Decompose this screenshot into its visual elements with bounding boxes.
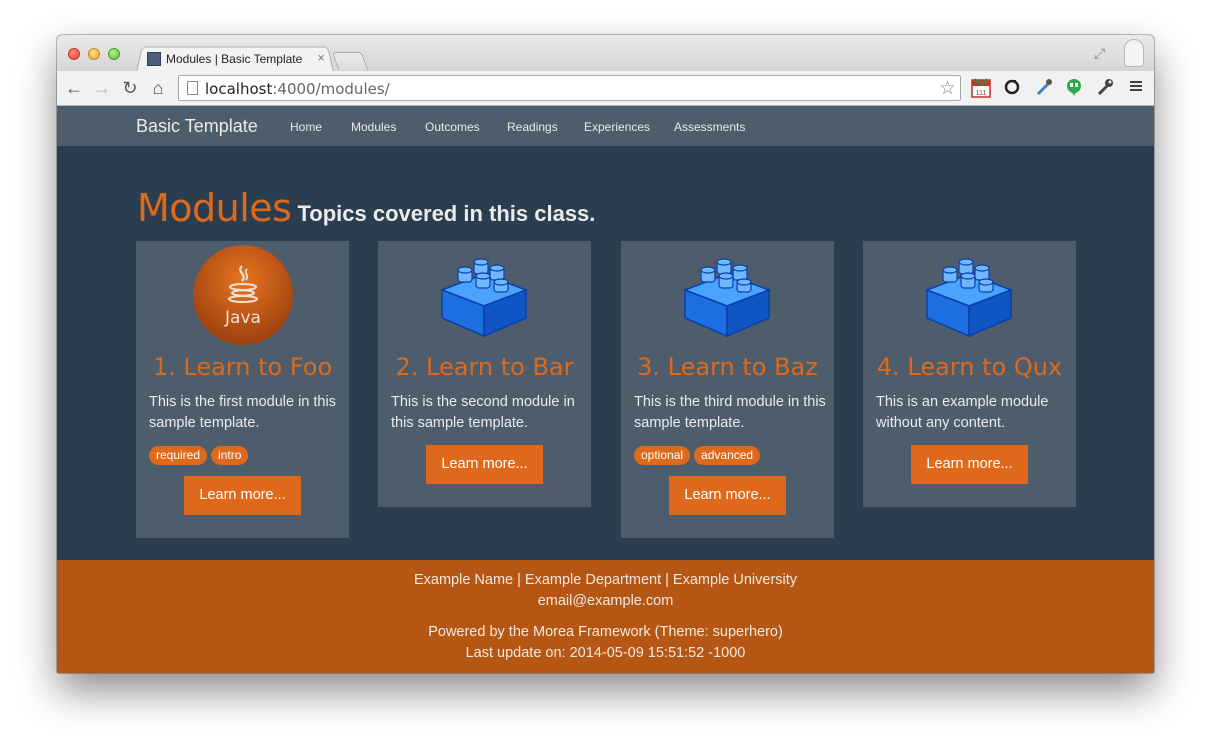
browser-tab-content: Modules | Basic Template × [147,49,327,69]
nav-link-outcomes[interactable]: Outcomes [425,120,480,134]
page-subtitle: Topics covered in this class. [297,201,596,226]
hangouts-extension-icon[interactable] [1063,77,1085,99]
badge-optional: optional [634,446,691,465]
zoom-window-button[interactable] [108,48,120,60]
badge-advanced: advanced [694,446,761,465]
footer-powered-by: Powered by the Morea Framework (Theme: s… [428,624,783,640]
home-icon[interactable]: ⌂ [147,77,169,99]
module-description: This is the first module in this sample … [149,394,336,431]
wrench-extension-icon[interactable] [1094,77,1116,99]
lego-block-icon [677,244,779,346]
eyedropper-extension-icon[interactable] [1033,77,1055,99]
learn-more-button[interactable]: Learn more... [184,476,301,515]
nav-link-experiences[interactable]: Experiences [584,120,650,134]
svg-text:111: 111 [976,90,987,97]
back-icon[interactable]: ← [63,77,85,99]
module-card-2: 2. Learn to Bar This is the second modul… [378,241,591,507]
nav-link-assessments[interactable]: Assessments [674,120,745,134]
url-text: localhost:4000/modules/ [205,80,390,98]
tab-strip: Modules | Basic Template × ⤢ [57,35,1154,73]
favicon-icon [147,52,161,66]
minimize-window-button[interactable] [88,48,100,60]
footer-email[interactable]: email@example.com [57,593,1154,609]
site-footer: Example Name | Example Department | Exam… [57,560,1154,673]
calendar-extension-icon[interactable]: 111 [970,77,992,99]
nav-link-home[interactable]: Home [290,120,322,134]
browser-toolbar: ← → ↻ ⌂ localhost:4000/modules/ ☆ 111 [57,71,1154,106]
tab-close-icon[interactable]: × [317,50,325,65]
footer-last-update: Last update on: 2014-05-09 15:51:52 -100… [465,645,746,661]
module-title[interactable]: 3. Learn to Baz [621,353,834,381]
java-icon: Java [192,244,294,346]
badge-required: required [149,446,208,465]
forward-icon[interactable]: → [91,77,113,99]
learn-more-button[interactable]: Learn more... [669,476,786,515]
module-badges: required intro [149,446,249,465]
module-card-1: Java 1. Learn to Foo This is the first m… [136,241,349,538]
lego-block-icon [434,244,536,346]
nav-link-modules[interactable]: Modules [351,120,396,134]
module-card-4: 4. Learn to Qux This is an example modul… [863,241,1076,507]
bookmark-star-icon[interactable]: ☆ [939,77,956,100]
fullscreen-icon[interactable]: ⤢ [1094,45,1108,61]
close-window-button[interactable] [68,48,80,60]
site-navbar: Basic Template Home Modules Outcomes Rea… [57,106,1154,146]
module-description: This is an example module without any co… [876,394,1049,431]
module-title[interactable]: 1. Learn to Foo [136,353,349,381]
module-badges: optional advanced [634,446,761,465]
page-icon [187,81,198,95]
tab-title: Modules | Basic Template [166,52,303,66]
module-description: This is the third module in this sample … [634,394,826,431]
module-description: This is the second module in this sample… [391,394,575,431]
module-title[interactable]: 4. Learn to Qux [863,353,1076,381]
page-title: Modules [137,186,292,230]
module-title[interactable]: 2. Learn to Bar [378,353,591,381]
learn-more-button[interactable]: Learn more... [911,445,1028,484]
sync-extension-icon[interactable] [1001,77,1023,99]
web-page: Basic Template Home Modules Outcomes Rea… [57,106,1154,673]
learn-more-button[interactable]: Learn more... [426,445,543,484]
nav-link-readings[interactable]: Readings [507,120,558,134]
badge-intro: intro [211,446,249,465]
footer-contact: Example Name | Example Department | Exam… [413,572,798,588]
page-heading: Modules Topics covered in this class. [137,186,595,230]
profile-icon[interactable] [1124,39,1144,67]
module-card-3: 3. Learn to Baz This is the third module… [621,241,834,538]
lego-block-icon [919,244,1021,346]
reload-icon[interactable]: ↻ [119,77,141,99]
java-logo-text: Java [224,308,261,328]
new-tab-button[interactable] [331,52,369,70]
site-brand[interactable]: Basic Template [136,116,258,137]
menu-icon[interactable] [1125,77,1147,99]
browser-window: Modules | Basic Template × ⤢ ← → ↻ ⌂ loc… [57,35,1154,673]
address-bar[interactable]: localhost:4000/modules/ ☆ [178,75,961,101]
